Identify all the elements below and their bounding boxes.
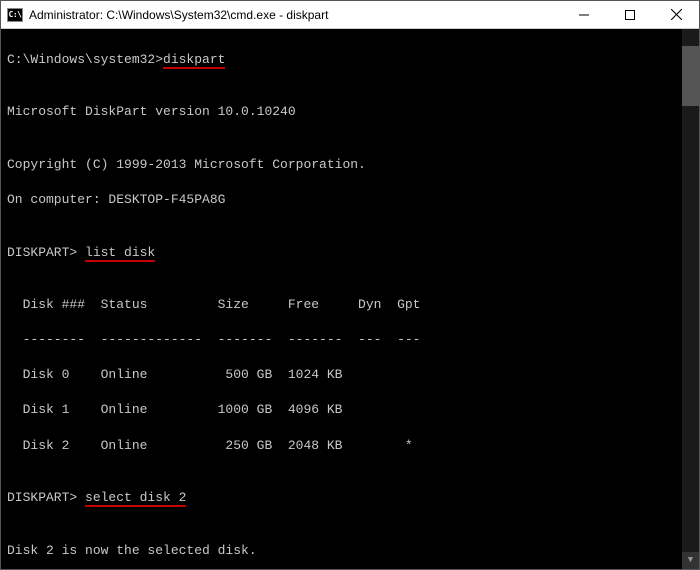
cmd-icon: C:\ bbox=[7, 8, 23, 22]
select-disk-msg: Disk 2 is now the selected disk. bbox=[7, 542, 693, 560]
cmd-select-disk: select disk 2 bbox=[85, 490, 186, 507]
vertical-scrollbar[interactable]: ▲ ▼ bbox=[682, 29, 699, 569]
disk-header: Disk ### Status Size Free Dyn Gpt bbox=[7, 296, 693, 314]
copyright-line: Copyright (C) 1999-2013 Microsoft Corpor… bbox=[7, 156, 693, 174]
maximize-button[interactable] bbox=[607, 1, 653, 28]
scroll-track[interactable] bbox=[682, 46, 699, 552]
prompt-dp: DISKPART> bbox=[7, 245, 85, 260]
scroll-down-arrow-icon[interactable]: ▼ bbox=[682, 552, 699, 569]
disk-row: Disk 0 Online 500 GB 1024 KB bbox=[7, 366, 693, 384]
cmd-window: C:\ Administrator: C:\Windows\System32\c… bbox=[0, 0, 700, 570]
prompt-dp: DISKPART> bbox=[7, 490, 85, 505]
disk-row: Disk 1 Online 1000 GB 4096 KB bbox=[7, 401, 693, 419]
prompt-initial: C:\Windows\system32> bbox=[7, 52, 163, 67]
window-title: Administrator: C:\Windows\System32\cmd.e… bbox=[29, 8, 561, 22]
minimize-button[interactable] bbox=[561, 1, 607, 28]
cmd-list-disk: list disk bbox=[85, 245, 155, 262]
scroll-thumb[interactable] bbox=[682, 46, 699, 106]
version-line: Microsoft DiskPart version 10.0.10240 bbox=[7, 103, 693, 121]
computer-line: On computer: DESKTOP-F45PA8G bbox=[7, 191, 693, 209]
console-output[interactable]: C:\Windows\system32>diskpart Microsoft D… bbox=[1, 29, 699, 569]
cmd-diskpart: diskpart bbox=[163, 52, 225, 69]
disk-row: Disk 2 Online 250 GB 2048 KB * bbox=[7, 437, 693, 455]
titlebar: C:\ Administrator: C:\Windows\System32\c… bbox=[1, 1, 699, 29]
disk-divider: -------- ------------- ------- ------- -… bbox=[7, 331, 693, 349]
window-controls bbox=[561, 1, 699, 28]
close-button[interactable] bbox=[653, 1, 699, 28]
